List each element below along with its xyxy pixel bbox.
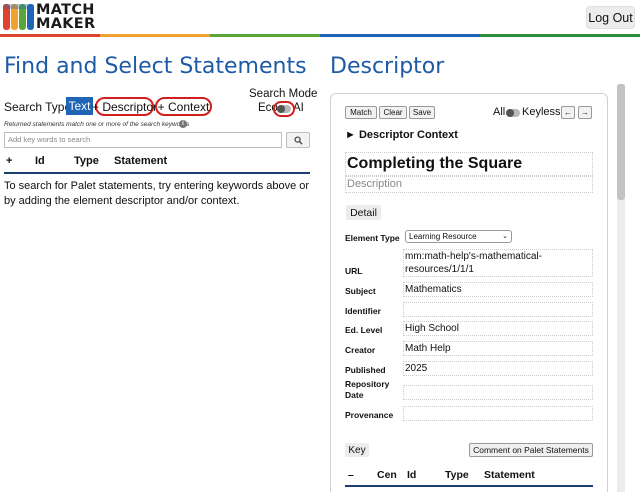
color-bar-blue [320, 34, 480, 37]
search-type-context-button[interactable]: + Context [155, 97, 212, 116]
search-mode-label: Search Mode [249, 88, 318, 100]
next-arrow-button[interactable]: → [578, 106, 592, 119]
ed-level-field[interactable]: High School [403, 321, 593, 336]
ed-level-label: Ed. Level [345, 325, 383, 335]
repository-date-label-line2: Date [345, 390, 364, 400]
matchmaker-logo[interactable]: MATCH MAKER [3, 2, 103, 32]
detail-button[interactable]: Detail [346, 205, 381, 220]
identifier-field[interactable] [403, 302, 593, 317]
keyword-search-input[interactable]: Add key words to search [4, 132, 282, 148]
brand-color-bar [0, 34, 640, 37]
comment-on-statements-button[interactable]: Comment on Palet Statements [469, 443, 593, 457]
descriptor-panel: Match Clear Save All Keyless ← → ► Descr… [330, 93, 608, 492]
chevron-down-icon: ⌄ [502, 233, 508, 240]
provenance-label: Provenance [345, 410, 394, 420]
prev-arrow-button[interactable]: ← [561, 106, 575, 119]
search-mode-toggle[interactable] [277, 105, 291, 113]
url-field[interactable]: mm:math-help's-mathematical-resources/1/… [403, 249, 593, 277]
element-type-label: Element Type [345, 233, 400, 243]
clear-button[interactable]: Clear [379, 106, 407, 119]
search-type-descriptor-button[interactable]: + Descriptor [92, 97, 157, 116]
info-icon[interactable]: i [179, 120, 187, 128]
descriptor-title-field[interactable]: Completing the Square [345, 152, 593, 176]
find-select-title: Find and Select Statements [4, 54, 307, 79]
published-label: Published [345, 365, 386, 375]
element-type-select[interactable]: Learning Resource ⌄ [405, 230, 512, 243]
provenance-field[interactable] [403, 406, 593, 421]
search-type-label: Search Type: [4, 100, 75, 114]
color-bar-darkgreen [480, 34, 640, 37]
logo-mark-icon [3, 4, 34, 30]
match-button[interactable]: Match [345, 106, 377, 119]
results-header-divider [4, 172, 310, 174]
col-type[interactable]: Type [74, 155, 99, 167]
search-icon [293, 135, 303, 145]
subject-field[interactable]: Mathematics [403, 282, 593, 297]
col-remove[interactable]: – [348, 469, 354, 481]
col-id[interactable]: Id [35, 155, 45, 167]
search-help-text: To search for Palet statements, try ente… [4, 180, 310, 207]
logo-line-2: MAKER [36, 16, 96, 32]
app-header: MATCH MAKER Log Out [0, 0, 640, 34]
all-label: All [493, 106, 506, 118]
logo-wordmark: MATCH MAKER [36, 2, 96, 32]
arrow-right-icon: → [581, 108, 589, 117]
logout-button[interactable]: Log Out [586, 6, 635, 29]
element-type-value: Learning Resource [409, 232, 477, 241]
logo-line-1: MATCH [36, 2, 95, 18]
search-button[interactable] [286, 132, 310, 148]
col-statement[interactable]: Statement [114, 155, 167, 167]
descriptor-title-heading: Descriptor [330, 54, 445, 79]
color-bar-green [210, 34, 320, 37]
arrow-left-icon: ← [564, 108, 572, 117]
keyless-label: Keyless [522, 106, 561, 118]
col-cen[interactable]: Cen [377, 469, 397, 481]
descriptor-table-divider [345, 485, 593, 487]
key-button[interactable]: Key [345, 443, 369, 457]
col-statement[interactable]: Statement [484, 469, 535, 481]
color-bar-red [0, 34, 100, 37]
repository-date-label: Repository Date [345, 379, 389, 401]
descriptor-table-header: – Cen Id Type Statement [331, 465, 607, 483]
identifier-label: Identifier [345, 306, 381, 316]
subject-label: Subject [345, 286, 376, 296]
panel-scrollbar-thumb[interactable] [617, 84, 625, 200]
col-id[interactable]: Id [407, 469, 416, 481]
keyless-toggle[interactable] [506, 109, 520, 117]
creator-label: Creator [345, 345, 376, 355]
color-bar-orange [100, 34, 210, 37]
col-add[interactable]: + [6, 155, 12, 167]
repository-date-field[interactable] [403, 385, 593, 400]
save-button[interactable]: Save [409, 106, 435, 119]
repository-date-label-line1: Repository [345, 379, 390, 389]
creator-field[interactable]: Math Help [403, 341, 593, 356]
description-field[interactable]: Description [345, 176, 593, 193]
published-field[interactable]: 2025 [403, 361, 593, 376]
url-label: URL [345, 266, 363, 276]
descriptor-context-toggle[interactable]: ► Descriptor Context [345, 129, 458, 141]
search-type-text-button[interactable]: Text [66, 97, 93, 115]
search-hint-text: Returned statements match one or more of… [4, 121, 190, 128]
results-table-header: + Id Type Statement [0, 152, 310, 172]
col-type[interactable]: Type [445, 469, 469, 481]
